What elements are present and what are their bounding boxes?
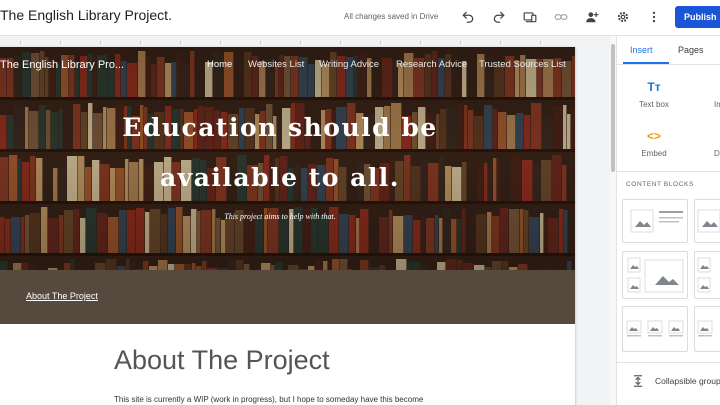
tab-divider [617, 64, 720, 65]
link-icon[interactable] [550, 6, 572, 28]
collapsible-group-icon [633, 375, 643, 387]
collapsible-group-tool[interactable]: Collapsible group [631, 374, 720, 393]
about-band: About The Project [0, 270, 575, 324]
settings-icon[interactable] [612, 6, 634, 28]
drive-label: D [714, 149, 720, 158]
embed-tool[interactable]: <> Embed [624, 129, 684, 158]
redo-icon[interactable] [488, 6, 510, 28]
content-blocks-heading: CONTENT BLOCKS [626, 181, 694, 188]
nav-websites-list[interactable]: Websites List [248, 59, 304, 70]
drive-tool[interactable]: ▣ D [692, 129, 720, 158]
about-link[interactable]: About The Project [26, 291, 98, 301]
text-box-label: Text box [639, 100, 669, 109]
more-icon[interactable] [643, 6, 665, 28]
insert-panel: Insert Pages Tт Text box ▢ Im <> Embed ▣… [616, 36, 720, 405]
images-label: Im [714, 100, 720, 109]
text-box-tool[interactable]: Tт Text box [624, 80, 684, 109]
embed-icon: <> [646, 129, 661, 143]
content-block-three-columns[interactable] [622, 306, 688, 352]
nav-trusted-sources-list[interactable]: Trusted Sources List [479, 59, 566, 70]
hero-overlay [0, 47, 575, 270]
undo-icon[interactable] [457, 6, 479, 28]
hero-subtitle[interactable]: This project aims to help with that. [0, 212, 560, 221]
content-block-grid-partial[interactable] [694, 251, 720, 299]
scrollbar-thumb[interactable] [611, 44, 615, 172]
hero-headline-line2[interactable]: available to all. [0, 163, 560, 192]
share-icon[interactable] [581, 6, 603, 28]
content-block-image-text[interactable] [622, 199, 688, 243]
text-box-icon: Tт [647, 80, 661, 94]
site-title[interactable]: The English Library Pro... [0, 59, 124, 71]
collapsible-group-label: Collapsible group [655, 376, 720, 386]
nav-research-advice[interactable]: Research Advice [396, 59, 467, 70]
content-block-text-image[interactable] [694, 199, 720, 243]
tab-pages[interactable]: Pages [678, 45, 704, 55]
content-block-image-grid[interactable] [622, 251, 688, 299]
section-divider [617, 171, 720, 172]
image-icon: ▢ [692, 80, 720, 96]
about-heading[interactable]: About The Project [114, 345, 330, 376]
drive-icon: ▣ [692, 129, 720, 145]
site-page[interactable]: The English Library Pro... Home Websites… [0, 47, 575, 405]
top-bar: The English Library Project. All changes… [0, 0, 720, 36]
hero-headline-line1[interactable]: Education should be [0, 113, 560, 142]
preview-icon[interactable] [519, 6, 541, 28]
tab-insert[interactable]: Insert [630, 45, 653, 55]
save-status: All changes saved in Drive [344, 12, 439, 21]
editor-canvas: The English Library Pro... Home Websites… [0, 36, 610, 405]
publish-button[interactable]: Publish [675, 6, 720, 28]
content-block-columns-partial[interactable] [694, 306, 720, 352]
nav-home[interactable]: Home [207, 59, 232, 70]
embed-label: Embed [641, 149, 667, 158]
sites-editor: The English Library Project. All changes… [0, 0, 720, 405]
document-title[interactable]: The English Library Project. [0, 7, 172, 23]
nav-writing-advice[interactable]: Writing Advice [319, 59, 379, 70]
ruler [0, 36, 570, 46]
section-divider-2 [617, 362, 720, 363]
about-paragraph[interactable]: This site is currently a WIP (work in pr… [114, 395, 423, 404]
hero-banner[interactable]: The English Library Pro... Home Websites… [0, 47, 575, 270]
images-tool[interactable]: ▢ Im [692, 80, 720, 109]
